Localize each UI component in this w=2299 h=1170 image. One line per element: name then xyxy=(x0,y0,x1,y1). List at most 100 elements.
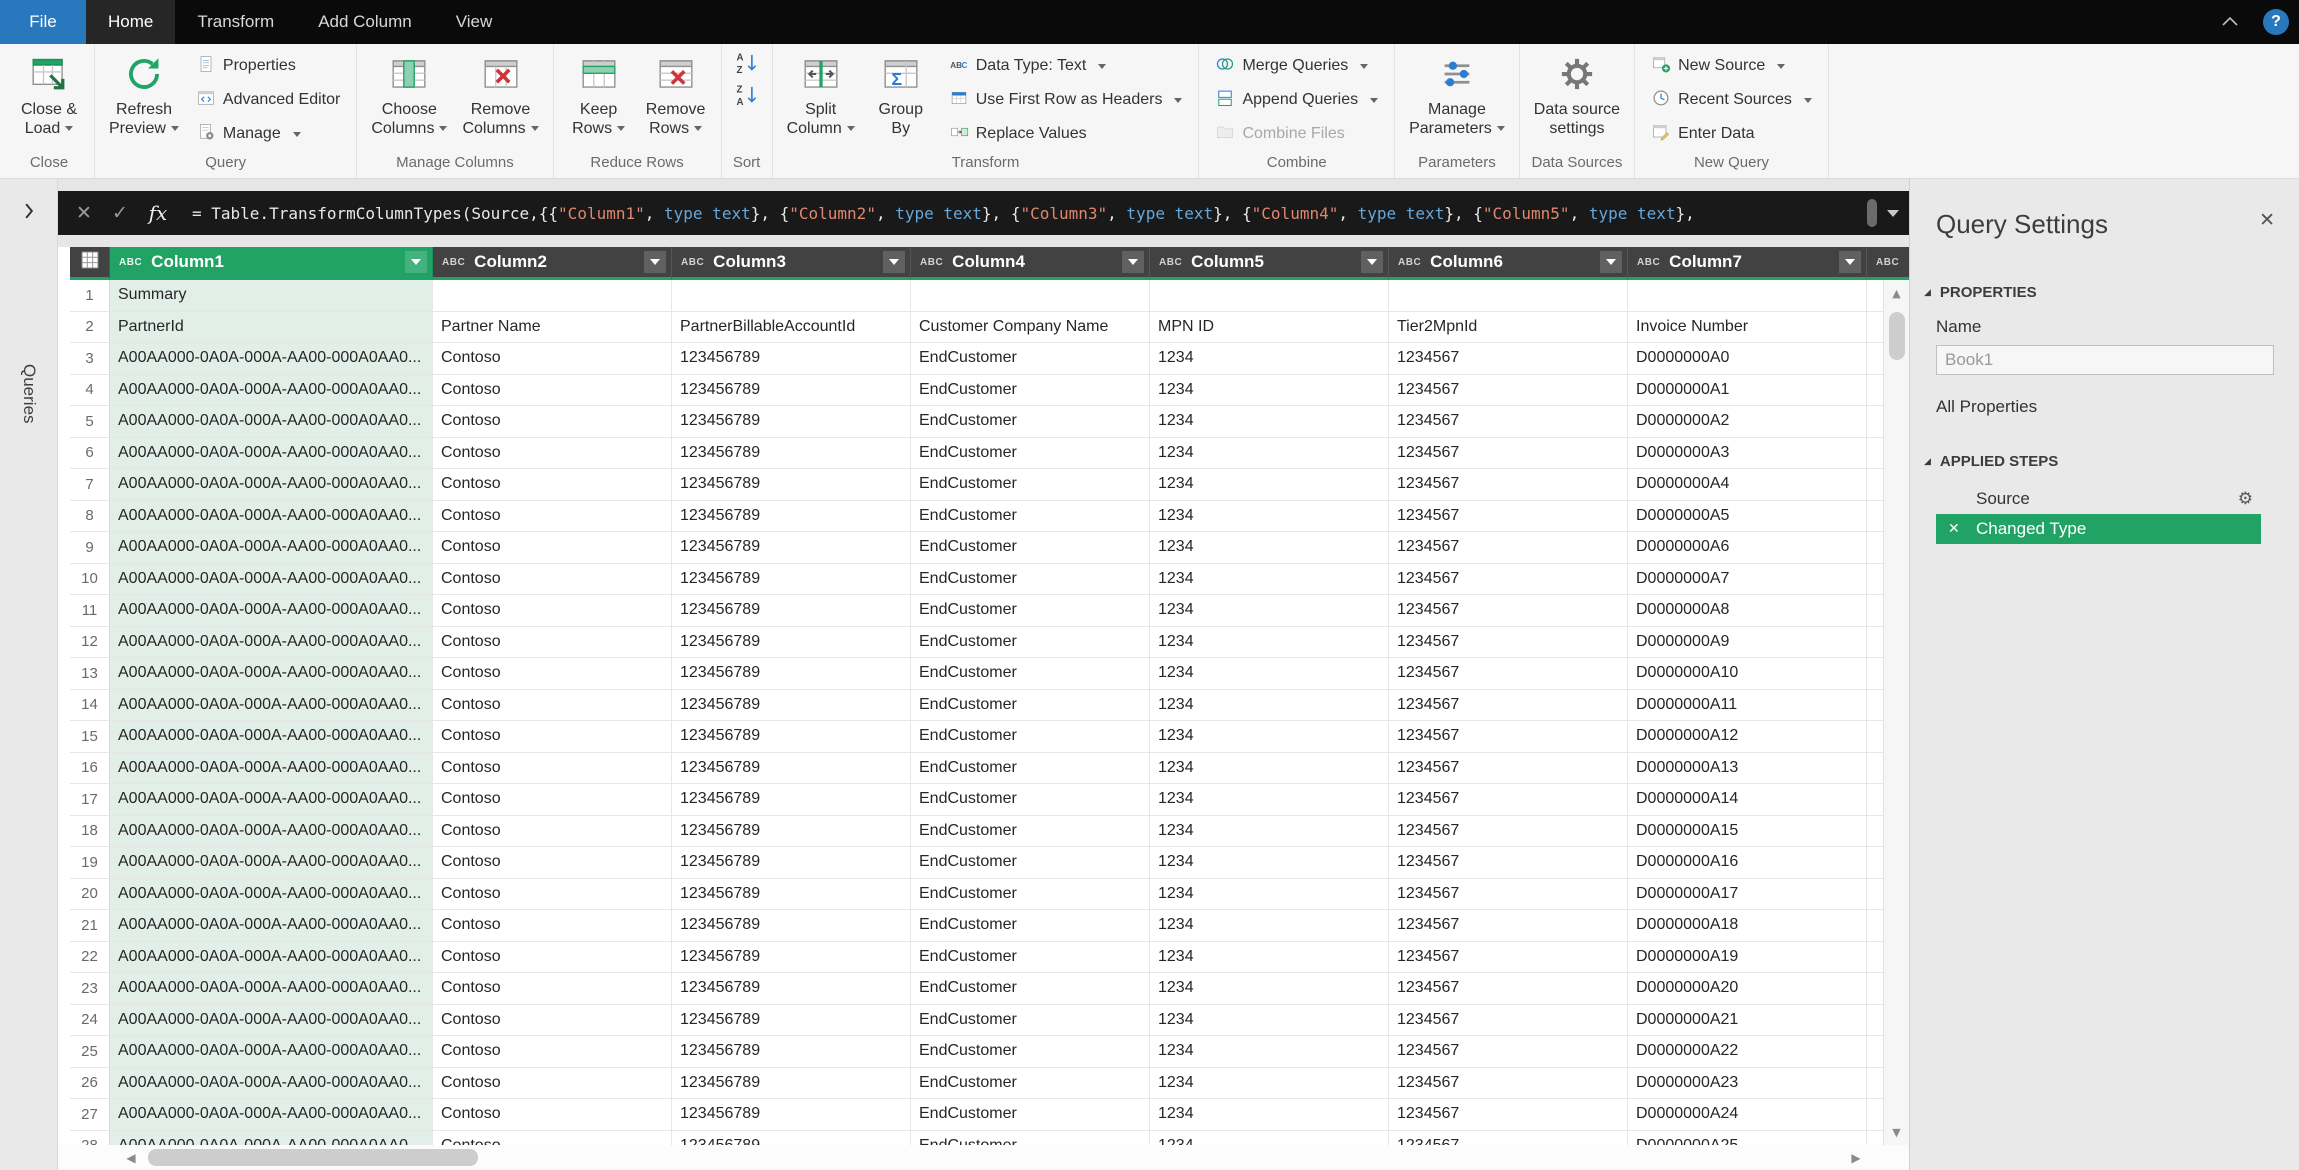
filter-button[interactable] xyxy=(405,251,427,273)
grid-cell[interactable]: 1234567 xyxy=(1389,942,1628,974)
expand-queries-pane-button[interactable] xyxy=(0,203,58,224)
grid-cell[interactable]: D0000000A21 xyxy=(1628,1005,1867,1037)
applied-steps-header[interactable]: ◢ APPLIED STEPS xyxy=(1910,453,2299,470)
grid-cell[interactable]: 123456789 xyxy=(672,753,911,785)
enter-data-button[interactable]: Enter Data xyxy=(1643,117,1820,151)
grid-cell[interactable]: Invoice Number xyxy=(1628,312,1867,344)
row-number[interactable]: 22 xyxy=(70,942,110,974)
grid-cell[interactable]: A00AA000-0A0A-000A-AA00-000A0AA0... xyxy=(110,784,433,816)
confirm-formula-button[interactable]: ✓ xyxy=(102,202,138,224)
grid-cell[interactable]: 1234 xyxy=(1150,438,1389,470)
tab-transform[interactable]: Transform xyxy=(175,0,296,44)
filter-button[interactable] xyxy=(1600,251,1622,273)
grid-cell[interactable]: A00AA000-0A0A-000A-AA00-000A0AA0... xyxy=(110,343,433,375)
close-and-load-button[interactable]: Close & Load xyxy=(12,49,86,140)
grid-cell[interactable]: Contoso xyxy=(433,564,672,596)
vertical-scrollbar-thumb[interactable] xyxy=(1889,312,1905,360)
grid-cell[interactable]: EndCustomer xyxy=(911,753,1150,785)
filter-button[interactable] xyxy=(1122,251,1144,273)
recent-sources-button[interactable]: Recent Sources xyxy=(1643,83,1820,117)
grid-cell[interactable]: A00AA000-0A0A-000A-AA00-000A0AA0... xyxy=(110,847,433,879)
grid-cell[interactable]: Contoso xyxy=(433,816,672,848)
row-number[interactable]: 27 xyxy=(70,1099,110,1131)
grid-cell[interactable]: EndCustomer xyxy=(911,1131,1150,1146)
grid-cell[interactable]: A00AA000-0A0A-000A-AA00-000A0AA0... xyxy=(110,910,433,942)
grid-cell[interactable]: 1234567 xyxy=(1389,816,1628,848)
grid-cell[interactable]: EndCustomer xyxy=(911,784,1150,816)
horizontal-scrollbar-thumb[interactable] xyxy=(148,1149,478,1166)
row-number[interactable]: 11 xyxy=(70,595,110,627)
grid-cell[interactable]: D0000000A19 xyxy=(1628,942,1867,974)
scroll-left-arrow[interactable]: ◀ xyxy=(118,1151,144,1165)
help-button[interactable]: ? xyxy=(2253,0,2299,44)
properties-button[interactable]: Properties xyxy=(188,49,348,83)
grid-cell[interactable]: 123456789 xyxy=(672,343,911,375)
grid-cell[interactable]: 123456789 xyxy=(672,816,911,848)
all-properties-button[interactable]: All Properties xyxy=(1910,397,2299,417)
grid-cell[interactable]: EndCustomer xyxy=(911,847,1150,879)
cancel-formula-button[interactable]: ✕ xyxy=(66,202,102,224)
data-source-settings-button[interactable]: Data source settings xyxy=(1528,49,1626,140)
filter-button[interactable] xyxy=(883,251,905,273)
grid-cell[interactable]: EndCustomer xyxy=(911,469,1150,501)
formula-input[interactable]: = Table.TransformColumnTypes(Source,{{"C… xyxy=(192,204,1861,223)
grid-cell[interactable]: EndCustomer xyxy=(911,721,1150,753)
grid-cell[interactable]: A00AA000-0A0A-000A-AA00-000A0AA0... xyxy=(110,658,433,690)
manage-button[interactable]: Manage xyxy=(188,117,348,151)
append-queries-button[interactable]: Append Queries xyxy=(1207,83,1386,117)
grid-cell[interactable] xyxy=(672,280,911,312)
row-number[interactable]: 9 xyxy=(70,532,110,564)
close-query-settings-button[interactable]: ✕ xyxy=(2259,209,2275,231)
grid-cell[interactable]: D0000000A4 xyxy=(1628,469,1867,501)
horizontal-scrollbar[interactable]: ◀ ▶ xyxy=(58,1145,1909,1170)
grid-cell[interactable]: Customer Company Name xyxy=(911,312,1150,344)
grid-cell[interactable]: 123456789 xyxy=(672,1036,911,1068)
grid-cell[interactable]: EndCustomer xyxy=(911,690,1150,722)
grid-cell[interactable]: 1234 xyxy=(1150,1099,1389,1131)
row-number[interactable]: 1 xyxy=(70,280,110,312)
grid-cell[interactable]: A00AA000-0A0A-000A-AA00-000A0AA0... xyxy=(110,406,433,438)
grid-cell[interactable]: Contoso xyxy=(433,406,672,438)
grid-cell[interactable]: 123456789 xyxy=(672,406,911,438)
grid-cell[interactable]: EndCustomer xyxy=(911,343,1150,375)
grid-cell[interactable]: Contoso xyxy=(433,532,672,564)
grid-cell[interactable]: Contoso xyxy=(433,942,672,974)
tab-add-column[interactable]: Add Column xyxy=(296,0,434,44)
grid-cell[interactable]: Contoso xyxy=(433,1036,672,1068)
tab-home[interactable]: Home xyxy=(86,0,175,44)
column-header-column7[interactable]: ABCColumn7 xyxy=(1628,247,1867,280)
grid-cell[interactable]: Contoso xyxy=(433,343,672,375)
grid-cell[interactable]: A00AA000-0A0A-000A-AA00-000A0AA0... xyxy=(110,375,433,407)
grid-cell[interactable]: 123456789 xyxy=(672,1099,911,1131)
grid-cell[interactable]: EndCustomer xyxy=(911,406,1150,438)
grid-cell[interactable]: D0000000A0 xyxy=(1628,343,1867,375)
row-number[interactable]: 17 xyxy=(70,784,110,816)
grid-cell[interactable]: D0000000A3 xyxy=(1628,438,1867,470)
grid-cell[interactable]: 1234 xyxy=(1150,879,1389,911)
grid-cell[interactable]: 1234 xyxy=(1150,1068,1389,1100)
grid-cell[interactable]: 123456789 xyxy=(672,1005,911,1037)
grid-cell[interactable]: D0000000A11 xyxy=(1628,690,1867,722)
grid-cell[interactable]: Contoso xyxy=(433,1068,672,1100)
grid-cell[interactable]: 1234 xyxy=(1150,1131,1389,1146)
row-number[interactable]: 25 xyxy=(70,1036,110,1068)
grid-cell[interactable]: Contoso xyxy=(433,847,672,879)
queries-pane-label[interactable]: Queries xyxy=(0,349,58,439)
grid-cell[interactable]: EndCustomer xyxy=(911,973,1150,1005)
grid-cell[interactable]: D0000000A2 xyxy=(1628,406,1867,438)
refresh-preview-button[interactable]: Refresh Preview xyxy=(103,49,185,140)
grid-cell[interactable]: 1234567 xyxy=(1389,595,1628,627)
row-number[interactable]: 14 xyxy=(70,690,110,722)
grid-cell[interactable]: 1234567 xyxy=(1389,658,1628,690)
remove-rows-button[interactable]: Remove Rows xyxy=(639,49,713,140)
grid-cell[interactable]: 123456789 xyxy=(672,532,911,564)
grid-cell[interactable]: 123456789 xyxy=(672,375,911,407)
sort-descending-button[interactable]: ZA xyxy=(730,81,764,113)
grid-cell[interactable]: 1234567 xyxy=(1389,532,1628,564)
column-header-column6[interactable]: ABCColumn6 xyxy=(1389,247,1628,280)
grid-cell[interactable]: 1234567 xyxy=(1389,721,1628,753)
grid-cell[interactable]: Contoso xyxy=(433,690,672,722)
grid-cell[interactable]: 1234 xyxy=(1150,816,1389,848)
grid-cell[interactable]: Contoso xyxy=(433,753,672,785)
grid-cell[interactable]: 1234 xyxy=(1150,847,1389,879)
